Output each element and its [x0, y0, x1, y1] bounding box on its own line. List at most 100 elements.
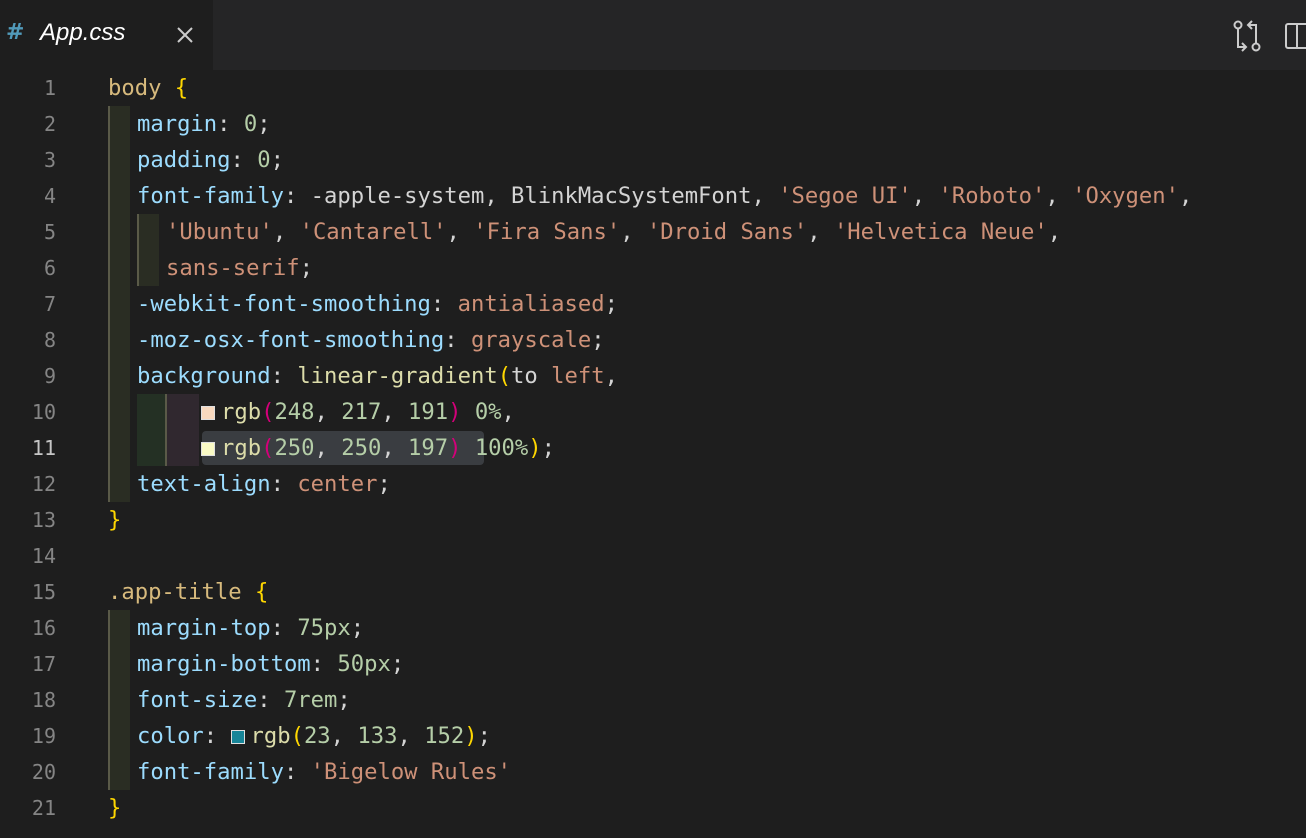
- code-line: 13 }: [0, 502, 1306, 538]
- punct: ;: [299, 255, 313, 281]
- code-editor[interactable]: 1 body { 2 margin: 0; 3 padding: 0; 4 fo…: [0, 70, 1306, 838]
- punct: ;: [477, 723, 491, 749]
- number: 133: [357, 723, 398, 749]
- punct: :: [430, 291, 458, 317]
- property: padding: [137, 147, 231, 173]
- code-line: 4 font-family: -apple-system, BlinkMacSy…: [0, 178, 1306, 214]
- string: 'Roboto': [938, 183, 1046, 209]
- string: 'Helvetica Neue': [833, 219, 1048, 245]
- punct: ;: [337, 687, 351, 713]
- brace: }: [108, 795, 122, 821]
- punct: :: [257, 687, 284, 713]
- code-line: 21 }: [0, 790, 1306, 826]
- code-text: sans-serif;: [166, 250, 313, 286]
- punct: ,: [620, 219, 647, 245]
- source-control-compare-icon[interactable]: [1232, 20, 1262, 52]
- property: color: [137, 723, 204, 749]
- close-icon[interactable]: [175, 25, 195, 45]
- property: -moz-osx-font-smoothing: [137, 327, 445, 353]
- code-line: 3 padding: 0;: [0, 142, 1306, 178]
- number: 0: [243, 111, 258, 137]
- number: 0: [257, 147, 271, 173]
- function: linear-gradient: [297, 363, 498, 389]
- line-number: 20: [31, 760, 56, 784]
- line-number: 19: [31, 724, 56, 748]
- code-text: text-align: center;: [137, 466, 391, 502]
- code-line: 2 margin: 0;: [0, 106, 1306, 142]
- punct: ,: [604, 363, 618, 389]
- punct: ;: [257, 111, 271, 137]
- paren: ): [448, 435, 462, 461]
- number: 197: [408, 435, 449, 461]
- line-number: 11: [31, 436, 56, 460]
- number: 152: [424, 723, 465, 749]
- color-swatch[interactable]: [230, 730, 245, 744]
- number: 191: [408, 399, 449, 425]
- property: font-size: [137, 687, 258, 713]
- code-line: 1 body {: [0, 70, 1306, 106]
- function: rgb: [221, 399, 262, 425]
- line-number: 1: [43, 76, 56, 100]
- string: 'Segoe UI': [778, 183, 912, 209]
- paren: (: [497, 363, 512, 389]
- code-text: }: [108, 502, 121, 538]
- punct: ,: [381, 399, 409, 425]
- code-line: 11 rgb(250, 250, 197) 100%);: [0, 430, 1306, 466]
- property: margin-bottom: [137, 651, 311, 677]
- property: font-family: [137, 759, 284, 785]
- function: rgb: [250, 723, 291, 749]
- punct: ,: [1045, 183, 1073, 209]
- line-number: 13: [31, 508, 56, 532]
- value: grayscale: [470, 327, 592, 353]
- punct: ;: [541, 435, 555, 461]
- number: 217: [341, 399, 382, 425]
- number: 7rem: [283, 687, 338, 713]
- property: font-family: [137, 183, 284, 209]
- code-text: .app-title {: [108, 574, 268, 610]
- code-text: body {: [108, 70, 188, 106]
- property: margin-top: [137, 615, 271, 641]
- code-line: 8 -moz-osx-font-smoothing: grayscale;: [0, 322, 1306, 358]
- punct: ,: [314, 399, 342, 425]
- tab-app-css[interactable]: # App.css: [0, 0, 213, 70]
- number: 100%: [461, 435, 529, 461]
- line-number: 9: [43, 364, 56, 388]
- tab-title: App.css: [40, 19, 126, 46]
- code-text: background: linear-gradient(to left,: [137, 358, 618, 394]
- color-swatch[interactable]: [201, 442, 215, 456]
- line-number: 10: [31, 400, 56, 424]
- code-text: font-family: 'Bigelow Rules': [137, 754, 511, 790]
- code-text: padding: 0;: [137, 142, 284, 178]
- line-number: 21: [31, 796, 56, 820]
- paren: (: [290, 723, 304, 749]
- split-editor-icon[interactable]: [1284, 20, 1306, 52]
- string: 'Droid Sans': [646, 219, 808, 245]
- code-line: 15 .app-title {: [0, 574, 1306, 610]
- code-text: }: [108, 790, 121, 826]
- code-text: rgb(250, 250, 197) 100%);: [201, 430, 555, 466]
- code-line: 9 background: linear-gradient(to left,: [0, 358, 1306, 394]
- value-text: : -apple-system, BlinkMacSystemFont,: [283, 183, 779, 209]
- code-line: 10 rgb(248, 217, 191) 0%,: [0, 394, 1306, 430]
- punct: ,: [272, 219, 300, 245]
- code-line: 5 'Ubuntu', 'Cantarell', 'Fira Sans', 'D…: [0, 214, 1306, 250]
- punct: ,: [314, 435, 342, 461]
- punct: :: [270, 363, 298, 389]
- punct: :: [310, 651, 338, 677]
- paren: ): [448, 399, 462, 425]
- punct: ,: [1178, 183, 1193, 209]
- punct: ,: [381, 435, 409, 461]
- paren: ): [528, 435, 542, 461]
- color-swatch[interactable]: [201, 406, 215, 420]
- code-text: font-family: -apple-system, BlinkMacSyst…: [137, 178, 1192, 214]
- punct: ;: [270, 147, 284, 173]
- number: 250: [341, 435, 382, 461]
- code-line: 14: [0, 538, 1306, 574]
- paren: (: [261, 435, 275, 461]
- punct: ,: [807, 219, 834, 245]
- value: antialiased: [457, 291, 605, 317]
- paren: (: [261, 399, 275, 425]
- code-line: 16 margin-top: 75px;: [0, 610, 1306, 646]
- property: text-align: [137, 471, 271, 497]
- punct: ;: [604, 291, 618, 317]
